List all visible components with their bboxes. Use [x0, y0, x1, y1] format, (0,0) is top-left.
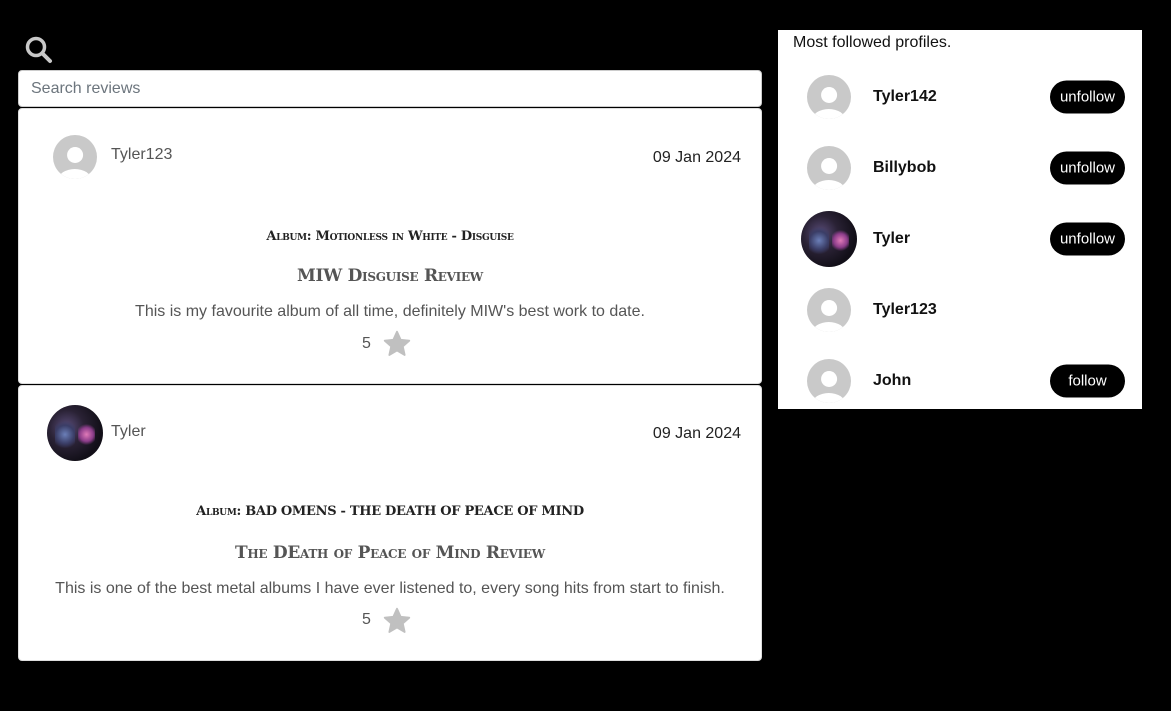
profile-row: Tyler142 unfollow	[778, 69, 1142, 125]
avatar[interactable]	[47, 405, 103, 461]
search-input[interactable]	[18, 70, 762, 107]
review-card: Tyler 09 Jan 2024 Album: BAD OMENS - THE…	[18, 385, 762, 661]
review-card: Tyler123 09 Jan 2024 Album: Motionless i…	[18, 108, 762, 384]
search-icon[interactable]	[24, 35, 54, 65]
unfollow-button[interactable]: unfollow	[1050, 222, 1125, 256]
review-date: 09 Jan 2024	[652, 149, 741, 166]
avatar[interactable]	[807, 75, 851, 119]
star-icon[interactable]	[382, 606, 412, 636]
review-body: This is my favourite album of all time, …	[135, 303, 645, 320]
profile-name[interactable]: John	[873, 372, 911, 390]
profile-row: Billybob unfollow	[778, 140, 1142, 196]
unfollow-button[interactable]: unfollow	[1050, 80, 1125, 114]
review-date: 09 Jan 2024	[652, 425, 741, 442]
follow-button[interactable]: follow	[1050, 364, 1125, 398]
review-author[interactable]: Tyler	[111, 423, 146, 441]
avatar[interactable]	[53, 135, 97, 179]
profile-row: Tyler unfollow	[778, 211, 1142, 267]
unfollow-button[interactable]: unfollow	[1050, 151, 1125, 185]
rating-value: 5	[362, 611, 371, 628]
panel-title: Most followed profiles.	[793, 34, 952, 51]
profile-row: Tyler123	[778, 282, 1142, 338]
avatar[interactable]	[807, 146, 851, 190]
profile-name[interactable]: Tyler	[873, 230, 910, 248]
review-author[interactable]: Tyler123	[111, 146, 172, 164]
avatar[interactable]	[807, 288, 851, 332]
most-followed-panel: Most followed profiles. Tyler142 unfollo…	[778, 30, 1142, 409]
review-body: This is one of the best metal albums I h…	[55, 580, 725, 597]
profile-row: John follow	[778, 353, 1142, 409]
rating-value: 5	[362, 335, 371, 352]
profile-name[interactable]: Billybob	[873, 159, 936, 177]
avatar[interactable]	[807, 359, 851, 403]
review-album: Album: Motionless in White - Disguise	[266, 229, 514, 244]
avatar[interactable]	[801, 211, 857, 267]
star-icon[interactable]	[382, 329, 412, 359]
profile-name[interactable]: Tyler142	[873, 88, 937, 106]
review-title: MIW Disguise Review	[297, 266, 483, 286]
profile-name[interactable]: Tyler123	[873, 301, 937, 319]
review-album: Album: BAD OMENS - THE DEATH OF PEACE OF…	[196, 504, 584, 519]
review-title: The DEath of Peace of Mind Review	[235, 543, 545, 563]
